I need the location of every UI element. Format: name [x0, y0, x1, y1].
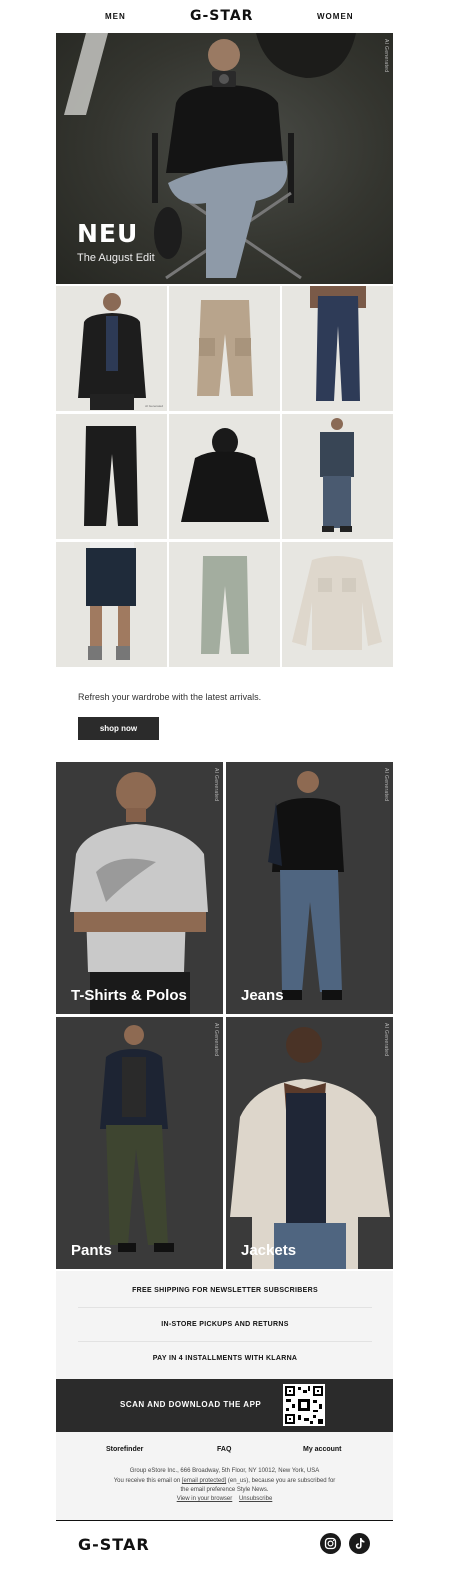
my-account-link[interactable]: My account [303, 1446, 342, 1453]
view-in-browser-link[interactable]: View in your browser [177, 1496, 233, 1502]
product-grid: AI Generated [56, 286, 393, 667]
divider [78, 1341, 372, 1342]
qr-code-icon [283, 1384, 325, 1426]
ai-generated-badge: AI Generated [145, 404, 163, 408]
tiktok-icon[interactable] [349, 1533, 370, 1554]
nav-men-link[interactable]: MEN [105, 12, 126, 21]
product-image [86, 542, 136, 660]
nav-women-link[interactable]: WOMEN [317, 12, 354, 21]
app-banner-text: SCAN AND DOWNLOAD THE APP [120, 1400, 262, 1409]
faq-link[interactable]: FAQ [217, 1446, 231, 1453]
subscription-notice: You receive this email on [email protect… [56, 1478, 393, 1484]
category-image [268, 771, 344, 1000]
promo-text: Refresh your wardrobe with the latest ar… [78, 692, 262, 702]
company-address: Group eStore Inc., 666 Broadway, 5th Flo… [129, 1468, 320, 1474]
category-image [100, 1025, 174, 1252]
product-tile-denim-jacket-outfit[interactable] [282, 414, 393, 539]
notice-text: (en_us), because you are subscribed for [227, 1478, 336, 1484]
perk-klarna: PAY IN 4 INSTALLMENTS WITH KLARNA [152, 1355, 298, 1362]
instagram-icon[interactable] [320, 1533, 341, 1554]
category-label: Jackets [241, 1242, 297, 1259]
product-image [197, 300, 253, 396]
ai-generated-badge: AI Generated [213, 1023, 219, 1057]
product-image [78, 293, 146, 410]
category-image [230, 1027, 390, 1269]
category-tile-pants[interactable]: AI Generated Pants [56, 1017, 223, 1269]
brand-logo[interactable]: G-STAR [190, 8, 253, 24]
product-image [310, 286, 366, 401]
category-label: Jeans [241, 987, 284, 1004]
category-label: Pants [71, 1242, 112, 1259]
category-image [70, 772, 208, 1014]
hero-title: NEU [77, 219, 139, 248]
footer-divider [56, 1520, 393, 1521]
product-tile-chino-pants[interactable] [169, 542, 280, 667]
ai-generated-badge: AI Generated [383, 1023, 389, 1057]
product-image [181, 428, 269, 522]
unsubscribe-link[interactable]: Unsubscribe [239, 1496, 272, 1502]
product-tile-overshirt[interactable] [282, 542, 393, 667]
category-tile-jackets[interactable]: AI Generated Jackets [226, 1017, 393, 1269]
top-nav: MEN G-STAR WOMEN [0, 0, 450, 33]
product-tile-denim-shorts[interactable] [56, 542, 167, 667]
product-tile-hooded-jacket[interactable] [169, 414, 280, 539]
product-image [320, 418, 354, 532]
product-tile-pleated-trousers[interactable] [56, 414, 167, 539]
perk-free-shipping: FREE SHIPPING FOR NEWSLETTER SUBSCRIBERS [132, 1287, 318, 1294]
product-image [201, 556, 249, 654]
product-image [84, 426, 138, 526]
ai-generated-badge: AI Generated [213, 768, 219, 802]
email-link[interactable]: [email protected] [182, 1478, 226, 1484]
category-tile-tshirts[interactable]: AI Generated T-Shirts & Polos [56, 762, 223, 1014]
notice-text: the email preference Style News. [180, 1487, 269, 1493]
perk-in-store-pickups: IN-STORE PICKUPS AND RETURNS [161, 1321, 289, 1328]
shop-now-button[interactable]: shop now [78, 717, 159, 740]
app-download-banner[interactable]: SCAN AND DOWNLOAD THE APP [56, 1379, 393, 1432]
footer-action-links: View in your browser Unsubscribe [56, 1496, 393, 1502]
product-tile-straight-jeans[interactable] [282, 286, 393, 411]
product-tile-leather-jacket[interactable]: AI Generated [56, 286, 167, 411]
hero-banner[interactable]: AI Generated NEU The August Edit [56, 33, 393, 284]
notice-text: You receive this email on [113, 1478, 181, 1484]
hero-subtitle: The August Edit [77, 252, 155, 264]
divider [78, 1307, 372, 1308]
ai-generated-badge: AI Generated [383, 39, 389, 73]
footer-brand-logo[interactable]: G-STAR [78, 1535, 150, 1554]
product-image [292, 556, 382, 650]
product-tile-cargo-pants[interactable] [169, 286, 280, 411]
category-label: T-Shirts & Polos [71, 987, 187, 1004]
footer-info: Storefinder FAQ My account Group eStore … [56, 1432, 393, 1520]
ai-generated-badge: AI Generated [383, 768, 389, 802]
category-tile-jeans[interactable]: AI Generated Jeans [226, 762, 393, 1014]
storefinder-link[interactable]: Storefinder [106, 1446, 143, 1453]
